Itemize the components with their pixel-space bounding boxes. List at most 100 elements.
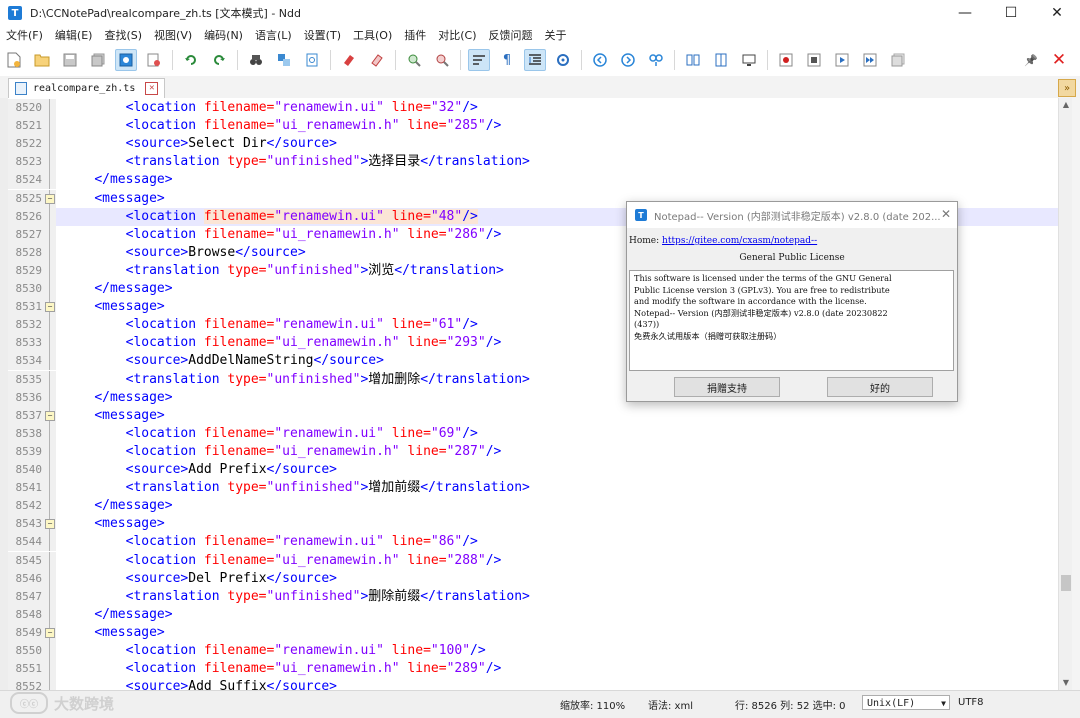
- zoom-out-icon: [436, 54, 449, 67]
- code-token: />: [470, 643, 486, 658]
- eol-select[interactable]: Unix(LF) ▼: [862, 695, 950, 710]
- compare-dir-button[interactable]: [682, 49, 704, 71]
- dialog-close-icon[interactable]: ✕: [941, 207, 951, 221]
- goto-button[interactable]: [645, 49, 667, 71]
- ok-button[interactable]: 好的: [827, 377, 933, 397]
- menu-item-4[interactable]: 编码(N): [198, 27, 249, 43]
- maximize-button[interactable]: ☐: [988, 0, 1034, 26]
- code-line[interactable]: 8523 <translation type="unfinished">选择目录…: [8, 153, 1058, 172]
- next-button[interactable]: [617, 49, 639, 71]
- menu-item-10[interactable]: 反馈问题: [483, 27, 539, 43]
- code-line[interactable]: 8537− <message>: [8, 406, 1058, 425]
- code-token: filename=: [203, 534, 275, 550]
- clear-mark-button[interactable]: [366, 49, 388, 71]
- code-line[interactable]: 8545 <location filename="ui_renamewin.h"…: [8, 551, 1058, 570]
- code-line[interactable]: 8543− <message>: [8, 515, 1058, 534]
- word-wrap-button[interactable]: [468, 49, 490, 71]
- pin-button[interactable]: 📌: [1020, 49, 1042, 71]
- code-line[interactable]: 8524 </message>: [8, 171, 1058, 190]
- replace-button[interactable]: [273, 49, 295, 71]
- close-all-button[interactable]: [143, 49, 165, 71]
- tab-list-button[interactable]: »: [1058, 79, 1076, 97]
- new-file-button[interactable]: [3, 49, 25, 71]
- show-symbols-button[interactable]: ¶: [496, 49, 518, 71]
- code-token: <translation: [125, 480, 228, 496]
- code-line[interactable]: 8551 <location filename="ui_renamewin.h"…: [8, 660, 1058, 679]
- code-line[interactable]: 8540 <source>Add Prefix</source>: [8, 461, 1058, 479]
- record-macro-button[interactable]: [775, 49, 797, 71]
- close-file-button[interactable]: [115, 49, 137, 71]
- code-line[interactable]: 8544 <location filename="renamewin.ui" l…: [8, 533, 1058, 552]
- find-button[interactable]: [245, 49, 267, 71]
- donate-button[interactable]: 捐赠支持: [674, 377, 780, 397]
- code-line[interactable]: 8549− <message>: [8, 623, 1058, 642]
- redo-button[interactable]: [208, 49, 230, 71]
- zoom-in-button[interactable]: [403, 49, 425, 71]
- menu-item-8[interactable]: 插件: [398, 27, 432, 43]
- line-number: 8526: [8, 207, 44, 226]
- monitor-icon: [742, 54, 756, 66]
- zoom-out-button[interactable]: [431, 49, 453, 71]
- fold-margin[interactable]: −: [44, 623, 56, 642]
- code-line[interactable]: 8548 </message>: [8, 605, 1058, 624]
- code-line[interactable]: 8546 <source>Del Prefix</source>: [8, 569, 1058, 588]
- tab-close-icon[interactable]: ✕: [145, 82, 159, 95]
- code-line[interactable]: 8522 <source>Select Dir</source>: [8, 135, 1058, 154]
- menu-item-9[interactable]: 对比(C): [432, 27, 482, 43]
- code-text: <message>: [63, 190, 164, 208]
- menu-item-11[interactable]: 关于: [539, 27, 573, 43]
- fold-margin[interactable]: −: [44, 515, 56, 534]
- code-text: <message>: [63, 298, 164, 316]
- scroll-up-icon[interactable]: ▲: [1061, 100, 1071, 110]
- fold-margin[interactable]: −: [44, 406, 56, 425]
- fold-margin[interactable]: −: [44, 298, 56, 317]
- menu-item-0[interactable]: 文件(F): [0, 27, 49, 43]
- code-line[interactable]: 8542 </message>: [8, 497, 1058, 516]
- minimize-button[interactable]: —: [942, 0, 988, 26]
- save-all-button[interactable]: [87, 49, 109, 71]
- menu-item-3[interactable]: 视图(V): [148, 27, 198, 43]
- menu-item-2[interactable]: 查找(S): [98, 27, 148, 43]
- find-in-files-button[interactable]: [301, 49, 323, 71]
- code-line[interactable]: 8550 <location filename="renamewin.ui" l…: [8, 642, 1058, 660]
- close-window-button[interactable]: ✕: [1034, 0, 1080, 26]
- stop-macro-button[interactable]: [803, 49, 825, 71]
- line-number: 8543: [8, 515, 44, 534]
- fold-margin[interactable]: −: [44, 189, 56, 208]
- tab-realcompare-zh[interactable]: realcompare_zh.ts ✕: [8, 78, 166, 98]
- scrollbar-thumb[interactable]: [1061, 575, 1071, 591]
- replace-icon: [278, 54, 290, 66]
- open-file-button[interactable]: [31, 49, 53, 71]
- vertical-scrollbar[interactable]: ▲ ▼: [1058, 98, 1073, 690]
- close-document-button[interactable]: ✕: [1048, 49, 1070, 71]
- code-line[interactable]: 8547 <translation type="unfinished">删除前缀…: [8, 587, 1058, 606]
- save-macro-button[interactable]: [887, 49, 909, 71]
- play-macro-button[interactable]: [831, 49, 853, 71]
- code-line[interactable]: 8520 <location filename="renamewin.ui" l…: [8, 99, 1058, 117]
- code-token: <source>: [125, 570, 189, 586]
- menu-item-7[interactable]: 工具(O): [347, 27, 398, 43]
- menu-item-1[interactable]: 编辑(E): [49, 27, 99, 43]
- code-text: </message>: [63, 171, 172, 189]
- save-button[interactable]: [59, 49, 81, 71]
- code-line[interactable]: 8539 <location filename="ui_renamewin.h"…: [8, 442, 1058, 461]
- menu-item-5[interactable]: 语言(L): [249, 27, 298, 43]
- file-icon: [15, 82, 27, 95]
- code-line[interactable]: 8538 <location filename="renamewin.ui" l…: [8, 424, 1058, 443]
- code-line[interactable]: 8541 <translation type="unfinished">增加前缀…: [8, 479, 1058, 498]
- settings-button[interactable]: [552, 49, 574, 71]
- home-link[interactable]: https://gitee.com/cxasm/notepad--: [662, 236, 817, 246]
- license-text-box[interactable]: This software is licensed under the term…: [629, 270, 954, 371]
- compare-file-button[interactable]: [710, 49, 732, 71]
- code-line[interactable]: 8552 <source>Add Suffix</source>: [8, 678, 1058, 690]
- undo-button[interactable]: [180, 49, 202, 71]
- scroll-down-icon[interactable]: ▼: [1061, 678, 1071, 688]
- code-line[interactable]: 8521 <location filename="ui_renamewin.h"…: [8, 117, 1058, 136]
- prev-button[interactable]: [589, 49, 611, 71]
- menu-item-6[interactable]: 设置(T): [298, 27, 347, 43]
- indent-guide-button[interactable]: [524, 49, 546, 71]
- run-macro-multiple-button[interactable]: [859, 49, 881, 71]
- about-dialog: T Notepad-- Version (内部测试非稳定版本) v2.8.0 (…: [626, 201, 958, 402]
- mark-button[interactable]: [338, 49, 360, 71]
- compare-bin-button[interactable]: [738, 49, 760, 71]
